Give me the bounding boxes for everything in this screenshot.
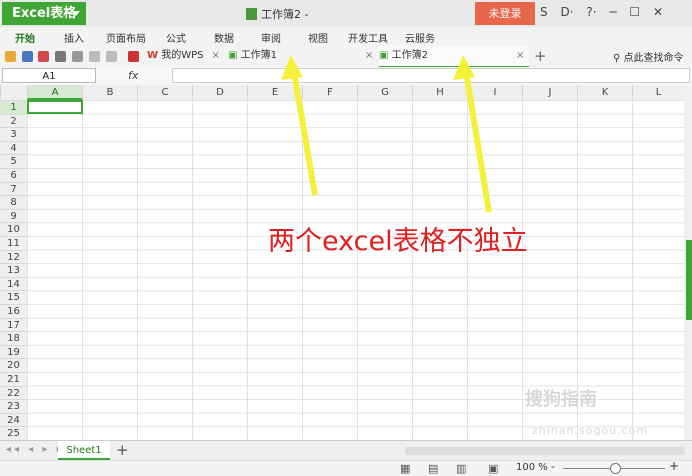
- zoom-level[interactable]: 100 %: [516, 462, 548, 473]
- arrow-head: [453, 55, 475, 80]
- zoom-in-button[interactable]: +: [669, 459, 679, 473]
- normal-view-icon[interactable]: ▦: [400, 462, 410, 475]
- horizontal-scrollbar[interactable]: [405, 447, 685, 455]
- arrow-head: [281, 55, 303, 80]
- watermark-url: zhinan.sogou.com: [532, 424, 649, 437]
- arrow-shaft: [291, 71, 318, 196]
- arrow-to-workbook-2: [453, 55, 492, 213]
- zoom-slider-handle[interactable]: [610, 463, 621, 474]
- page-break-icon[interactable]: ▥: [456, 462, 466, 475]
- sheet-bar: ◂◂ ◂ ▸ ▸▸ Sheet1 +: [0, 440, 692, 461]
- watermark-logo: 搜狗指南: [525, 389, 597, 410]
- zoom-out-button[interactable]: -: [551, 460, 555, 473]
- status-bar: ▦ ▤ ▥ ▣ 100 % - +: [0, 459, 692, 476]
- page-layout-icon[interactable]: ▤: [428, 462, 438, 475]
- add-sheet-button[interactable]: +: [116, 441, 129, 459]
- reading-mode-icon[interactable]: ▣: [488, 462, 498, 475]
- arrow-shaft: [463, 71, 492, 213]
- arrow-to-workbook-1: [281, 55, 318, 196]
- sheet-tab[interactable]: Sheet1: [58, 441, 110, 460]
